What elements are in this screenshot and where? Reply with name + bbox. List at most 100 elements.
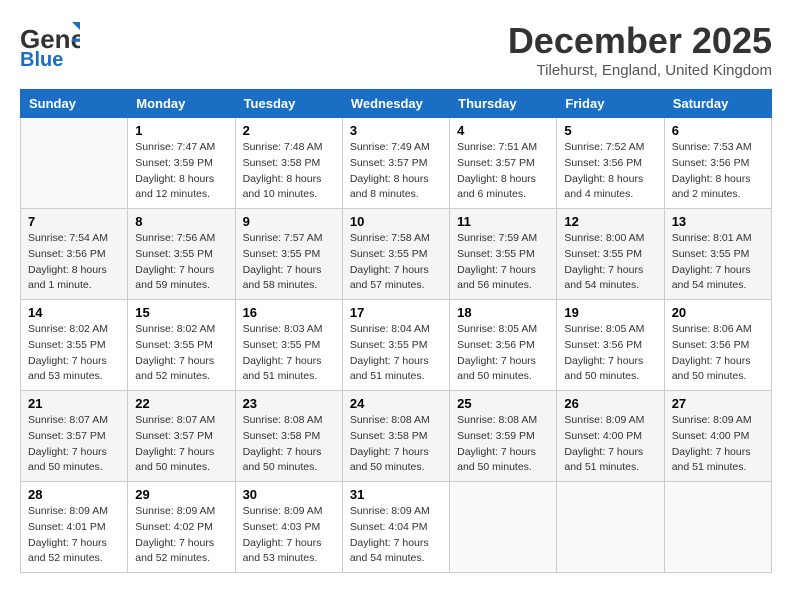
calendar-week-row: 21Sunrise: 8:07 AMSunset: 3:57 PMDayligh…: [21, 391, 772, 482]
calendar-cell: 5 Sunrise: 7:52 AMSunset: 3:56 PMDaylight…: [557, 118, 664, 209]
calendar-day-header: Thursday: [450, 90, 557, 118]
page-header: General Blue December 2025 Tilehurst, En…: [20, 20, 772, 79]
location: Tilehurst, England, United Kingdom: [508, 62, 772, 79]
day-info: Sunrise: 7:51 AMSunset: 3:57 PMDaylight:…: [457, 140, 549, 203]
title-section: December 2025 Tilehurst, England, United…: [508, 20, 772, 79]
calendar-cell: [557, 482, 664, 573]
day-number: 9: [243, 214, 335, 229]
calendar-header: SundayMondayTuesdayWednesdayThursdayFrid…: [21, 90, 772, 118]
day-number: 16: [243, 305, 335, 320]
calendar-cell: 20 Sunrise: 8:06 AMSunset: 3:56 PMDayligh…: [664, 300, 771, 391]
day-number: 28: [28, 487, 120, 502]
calendar-body: 1 Sunrise: 7:47 AMSunset: 3:59 PMDaylight…: [21, 118, 772, 573]
day-number: 17: [350, 305, 442, 320]
day-number: 2: [243, 123, 335, 138]
calendar-cell: 14Sunrise: 8:02 AMSunset: 3:55 PMDayligh…: [21, 300, 128, 391]
day-info: Sunrise: 8:00 AMSunset: 3:55 PMDaylight:…: [564, 231, 656, 294]
calendar-cell: [664, 482, 771, 573]
day-info: Sunrise: 8:09 AMSunset: 4:04 PMDaylight:…: [350, 504, 442, 567]
day-number: 30: [243, 487, 335, 502]
month-title: December 2025: [508, 20, 772, 62]
calendar-cell: 31 Sunrise: 8:09 AMSunset: 4:04 PMDayligh…: [342, 482, 449, 573]
day-number: 31: [350, 487, 442, 502]
day-number: 13: [672, 214, 764, 229]
calendar-cell: 7Sunrise: 7:54 AMSunset: 3:56 PMDaylight…: [21, 209, 128, 300]
calendar-cell: 2 Sunrise: 7:48 AMSunset: 3:58 PMDaylight…: [235, 118, 342, 209]
calendar-cell: 8Sunrise: 7:56 AMSunset: 3:55 PMDaylight…: [128, 209, 235, 300]
day-info: Sunrise: 8:04 AMSunset: 3:55 PMDaylight:…: [350, 322, 442, 385]
day-info: Sunrise: 8:09 AMSunset: 4:00 PMDaylight:…: [564, 413, 656, 476]
calendar-cell: 25Sunrise: 8:08 AMSunset: 3:59 PMDayligh…: [450, 391, 557, 482]
calendar-cell: 13Sunrise: 8:01 AMSunset: 3:55 PMDayligh…: [664, 209, 771, 300]
calendar-week-row: 28 Sunrise: 8:09 AMSunset: 4:01 PMDayligh…: [21, 482, 772, 573]
day-info: Sunrise: 8:08 AMSunset: 3:58 PMDaylight:…: [350, 413, 442, 476]
calendar-cell: 22 Sunrise: 8:07 AMSunset: 3:57 PMDayligh…: [128, 391, 235, 482]
day-info: Sunrise: 8:03 AMSunset: 3:55 PMDaylight:…: [243, 322, 335, 385]
day-info: Sunrise: 7:49 AMSunset: 3:57 PMDaylight:…: [350, 140, 442, 203]
calendar-cell: 6 Sunrise: 7:53 AMSunset: 3:56 PMDaylight…: [664, 118, 771, 209]
day-number: 1: [135, 123, 227, 138]
day-number: 15: [135, 305, 227, 320]
day-info: Sunrise: 8:05 AMSunset: 3:56 PMDaylight:…: [457, 322, 549, 385]
calendar-cell: 23Sunrise: 8:08 AMSunset: 3:58 PMDayligh…: [235, 391, 342, 482]
day-number: 3: [350, 123, 442, 138]
day-info: Sunrise: 8:09 AMSunset: 4:00 PMDaylight:…: [672, 413, 764, 476]
calendar-cell: 26 Sunrise: 8:09 AMSunset: 4:00 PMDayligh…: [557, 391, 664, 482]
day-number: 6: [672, 123, 764, 138]
calendar-week-row: 14 Sunrise: 8:02 AMSunset: 3:55 PMDayligh…: [21, 300, 772, 391]
day-info: Sunrise: 7:59 AMSunset: 3:55 PMDaylight:…: [457, 231, 549, 294]
day-info: Sunrise: 8:06 AMSunset: 3:56 PMDaylight:…: [672, 322, 764, 385]
logo-icon: General Blue: [20, 20, 80, 68]
day-info: Sunrise: 8:02 AMSunset: 3:55 PMDaylight:…: [135, 322, 227, 385]
calendar-table: SundayMondayTuesdayWednesdayThursdayFrid…: [20, 89, 772, 573]
calendar-cell: 24 Sunrise: 8:08 AMSunset: 3:58 PMDayligh…: [342, 391, 449, 482]
calendar-cell: 29Sunrise: 8:09 AMSunset: 4:02 PMDayligh…: [128, 482, 235, 573]
day-number: 25: [457, 396, 549, 411]
calendar-week-row: 1 Sunrise: 7:47 AMSunset: 3:59 PMDaylight…: [21, 118, 772, 209]
day-number: 29: [135, 487, 227, 502]
calendar-cell: 16 Sunrise: 8:03 AMSunset: 3:55 PMDayligh…: [235, 300, 342, 391]
day-number: 20: [672, 305, 764, 320]
day-info: Sunrise: 8:09 AMSunset: 4:03 PMDaylight:…: [243, 504, 335, 567]
day-number: 14: [28, 305, 120, 320]
day-number: 10: [350, 214, 442, 229]
calendar-day-header: Wednesday: [342, 90, 449, 118]
calendar-day-header: Sunday: [21, 90, 128, 118]
day-info: Sunrise: 7:58 AMSunset: 3:55 PMDaylight:…: [350, 231, 442, 294]
calendar-cell: [21, 118, 128, 209]
day-info: Sunrise: 8:05 AMSunset: 3:56 PMDaylight:…: [564, 322, 656, 385]
day-info: Sunrise: 8:07 AMSunset: 3:57 PMDaylight:…: [135, 413, 227, 476]
calendar-week-row: 7Sunrise: 7:54 AMSunset: 3:56 PMDaylight…: [21, 209, 772, 300]
day-info: Sunrise: 7:47 AMSunset: 3:59 PMDaylight:…: [135, 140, 227, 203]
calendar-day-header: Tuesday: [235, 90, 342, 118]
day-number: 24: [350, 396, 442, 411]
day-info: Sunrise: 7:52 AMSunset: 3:56 PMDaylight:…: [564, 140, 656, 203]
day-info: Sunrise: 7:48 AMSunset: 3:58 PMDaylight:…: [243, 140, 335, 203]
day-number: 19: [564, 305, 656, 320]
calendar-cell: 30 Sunrise: 8:09 AMSunset: 4:03 PMDayligh…: [235, 482, 342, 573]
calendar-cell: 9 Sunrise: 7:57 AMSunset: 3:55 PMDaylight…: [235, 209, 342, 300]
calendar-cell: 4 Sunrise: 7:51 AMSunset: 3:57 PMDaylight…: [450, 118, 557, 209]
day-number: 11: [457, 214, 549, 229]
calendar-day-header: Monday: [128, 90, 235, 118]
calendar-cell: 17 Sunrise: 8:04 AMSunset: 3:55 PMDayligh…: [342, 300, 449, 391]
calendar-cell: 15 Sunrise: 8:02 AMSunset: 3:55 PMDayligh…: [128, 300, 235, 391]
calendar-cell: 18Sunrise: 8:05 AMSunset: 3:56 PMDayligh…: [450, 300, 557, 391]
calendar-cell: 1 Sunrise: 7:47 AMSunset: 3:59 PMDaylight…: [128, 118, 235, 209]
calendar-cell: 11 Sunrise: 7:59 AMSunset: 3:55 PMDayligh…: [450, 209, 557, 300]
calendar-header-row: SundayMondayTuesdayWednesdayThursdayFrid…: [21, 90, 772, 118]
day-info: Sunrise: 7:54 AMSunset: 3:56 PMDaylight:…: [28, 231, 120, 294]
day-info: Sunrise: 7:56 AMSunset: 3:55 PMDaylight:…: [135, 231, 227, 294]
day-info: Sunrise: 7:57 AMSunset: 3:55 PMDaylight:…: [243, 231, 335, 294]
day-number: 26: [564, 396, 656, 411]
day-info: Sunrise: 8:09 AMSunset: 4:01 PMDaylight:…: [28, 504, 120, 567]
calendar-cell: [450, 482, 557, 573]
day-number: 5: [564, 123, 656, 138]
calendar-cell: 28 Sunrise: 8:09 AMSunset: 4:01 PMDayligh…: [21, 482, 128, 573]
calendar-day-header: Saturday: [664, 90, 771, 118]
calendar-day-header: Friday: [557, 90, 664, 118]
day-number: 4: [457, 123, 549, 138]
logo: General Blue: [20, 20, 80, 73]
day-number: 22: [135, 396, 227, 411]
day-info: Sunrise: 7:53 AMSunset: 3:56 PMDaylight:…: [672, 140, 764, 203]
